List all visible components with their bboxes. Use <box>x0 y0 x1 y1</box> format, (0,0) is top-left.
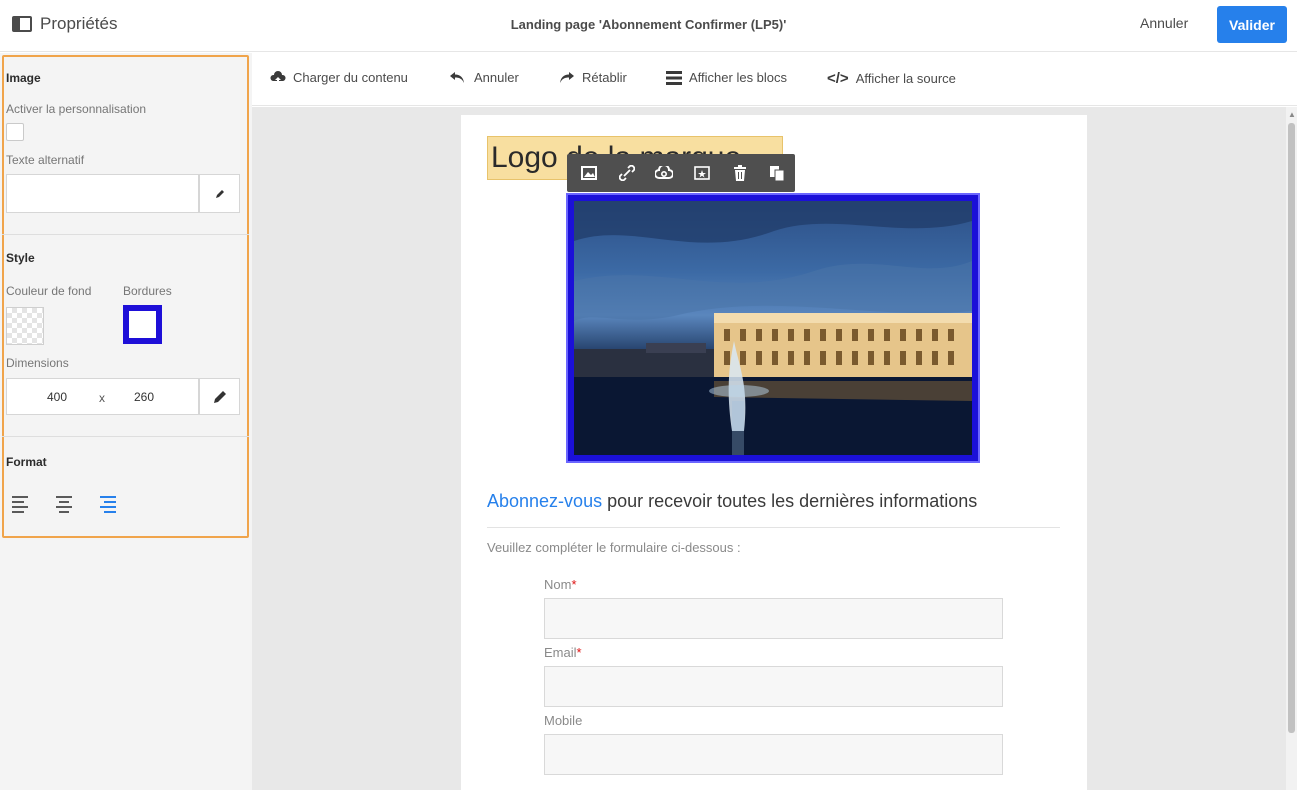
duplicate-icon[interactable] <box>759 158 795 188</box>
image-context-toolbar <box>567 154 795 192</box>
image-icon[interactable] <box>571 158 607 188</box>
dimensions-separator: x <box>99 391 105 405</box>
content-divider <box>487 527 1060 528</box>
field-label-mobile: Mobile <box>544 713 582 728</box>
image-section-title: Image <box>6 71 41 85</box>
alt-text-label: Texte alternatif <box>6 153 85 167</box>
subscribe-heading-text: pour recevoir toutes les dernières infor… <box>602 491 978 511</box>
show-source-button[interactable]: </> Afficher la source <box>827 70 956 87</box>
canvas-scrollbar[interactable]: ▲ <box>1286 107 1297 790</box>
borders-label: Bordures <box>123 284 172 298</box>
align-right-button[interactable] <box>92 493 116 515</box>
undo-label: Annuler <box>474 70 519 85</box>
redo-label: Rétablir <box>582 70 627 85</box>
scroll-thumb[interactable] <box>1288 123 1295 733</box>
form-intro-text: Veuillez compléter le formulaire ci-dess… <box>487 540 741 555</box>
border-color-swatch[interactable] <box>123 305 162 344</box>
show-source-label: Afficher la source <box>855 71 956 86</box>
pencil-icon <box>215 189 224 198</box>
subscribe-heading: Abonnez-vous pour recevoir toutes les de… <box>487 491 977 512</box>
code-icon: </> <box>827 70 849 87</box>
alt-text-input[interactable] <box>6 174 199 213</box>
page-title: Landing page 'Abonnement Confirmer (LP5)… <box>510 17 787 32</box>
align-center-button[interactable] <box>52 493 76 515</box>
cloud-upload-icon <box>270 70 286 83</box>
redo-icon <box>560 71 574 83</box>
editor-toolbar: Charger du contenu Annuler Rétablir Affi… <box>252 53 1297 106</box>
undo-button[interactable]: Annuler <box>449 70 519 85</box>
personalize-icon[interactable] <box>684 158 720 188</box>
dimensions-edit-button[interactable] <box>199 378 240 415</box>
personalization-checkbox[interactable] <box>6 123 24 141</box>
section-divider <box>2 234 249 235</box>
section-divider <box>2 436 249 437</box>
field-label-nom: Nom* <box>544 577 577 592</box>
cancel-button[interactable]: Annuler <box>1140 15 1188 31</box>
style-section-title: Style <box>6 251 35 265</box>
palace-photo <box>574 201 972 455</box>
undo-icon <box>450 71 464 83</box>
field-label-email: Email* <box>544 645 582 660</box>
dimensions-label: Dimensions <box>6 356 69 370</box>
top-bar: Propriétés Landing page 'Abonnement Conf… <box>0 0 1297 52</box>
palace-illustration <box>574 201 972 455</box>
format-section-title: Format <box>6 455 47 469</box>
blocks-icon <box>666 70 682 85</box>
show-blocks-label: Afficher les blocs <box>689 70 788 85</box>
scroll-up-arrow[interactable]: ▲ <box>1288 110 1296 119</box>
required-marker: * <box>571 577 577 592</box>
link-icon[interactable] <box>609 158 645 188</box>
validate-button[interactable]: Valider <box>1217 6 1287 43</box>
height-value[interactable]: 260 <box>134 390 154 404</box>
name-input[interactable] <box>544 598 1003 639</box>
pencil-icon <box>213 390 226 403</box>
alt-text-edit-button[interactable] <box>199 174 240 213</box>
field-label-text: Mobile <box>544 713 583 728</box>
field-label-text: Email <box>544 645 577 660</box>
creative-cloud-icon[interactable] <box>646 158 682 188</box>
field-label-text: Nom <box>544 577 572 592</box>
show-blocks-button[interactable]: Afficher les blocs <box>666 70 787 85</box>
personalization-label: Activer la personnalisation <box>6 102 147 116</box>
required-marker: * <box>576 645 582 660</box>
mobile-input[interactable] <box>544 734 1003 775</box>
email-input[interactable] <box>544 666 1003 707</box>
selected-image-block[interactable] <box>566 193 980 463</box>
width-value[interactable]: 400 <box>47 390 67 404</box>
subscribe-link[interactable]: Abonnez-vous <box>487 491 602 511</box>
properties-panel: Image Activer la personnalisation Texte … <box>0 53 252 790</box>
redo-button[interactable]: Rétablir <box>557 70 627 85</box>
align-left-button[interactable] <box>12 493 36 515</box>
load-content-label: Charger du contenu <box>293 70 408 85</box>
bg-color-label: Couleur de fond <box>6 284 92 298</box>
trash-icon[interactable] <box>722 158 758 188</box>
bg-color-swatch[interactable] <box>6 307 44 345</box>
dimensions-field[interactable]: 400 x 260 <box>6 378 199 415</box>
load-content-button[interactable]: Charger du contenu <box>270 70 408 85</box>
